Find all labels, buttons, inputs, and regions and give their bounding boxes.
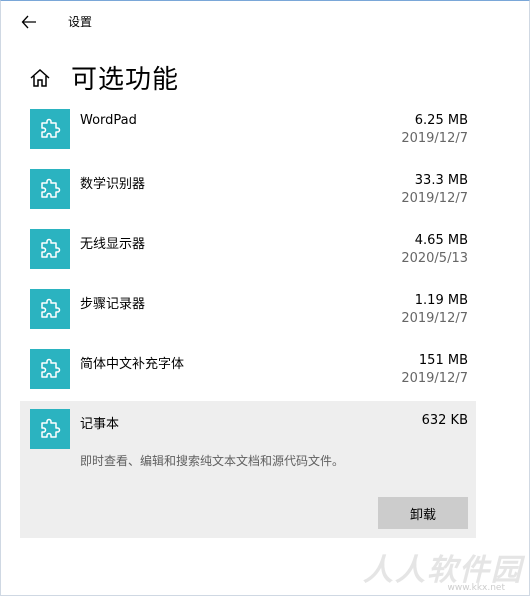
- feature-item-steps-recorder[interactable]: 步骤记录器 1.19 MB 2019/12/7: [20, 281, 476, 341]
- feature-size: 4.65 MB: [414, 233, 468, 248]
- feature-date: 2020/5/13: [401, 251, 468, 266]
- feature-name: WordPad: [80, 113, 137, 128]
- back-button[interactable]: [15, 10, 43, 34]
- feature-tile: [30, 349, 70, 389]
- feature-date: 2019/12/7: [401, 311, 468, 326]
- feature-name: 无线显示器: [80, 237, 146, 252]
- puzzle-piece-icon: [41, 238, 61, 258]
- feature-item-wordpad[interactable]: WordPad 6.25 MB 2019/12/7: [20, 101, 476, 161]
- feature-list: WordPad 6.25 MB 2019/12/7 数学识别器 33.3 MB …: [20, 101, 476, 538]
- feature-size: 33.3 MB: [414, 173, 468, 188]
- title-bar: 设置: [1, 1, 529, 41]
- watermark-url: www.kkx.net: [447, 583, 506, 593]
- feature-date: 2019/12/7: [401, 371, 468, 386]
- feature-tile: [30, 289, 70, 329]
- settings-window: 设置 可选功能 WordPad 6.25 MB 2019/12/7 数学识别器 …: [0, 0, 530, 596]
- feature-item-wireless-display[interactable]: 无线显示器 4.65 MB 2020/5/13: [20, 221, 476, 281]
- puzzle-piece-icon: [41, 358, 61, 378]
- puzzle-piece-icon: [41, 178, 61, 198]
- feature-size: 1.19 MB: [414, 293, 468, 308]
- puzzle-piece-icon: [41, 418, 61, 438]
- feature-date: 2019/12/7: [401, 131, 468, 146]
- feature-name: 步骤记录器: [80, 297, 146, 312]
- page-title: 可选功能: [71, 65, 180, 95]
- feature-name: 记事本: [80, 417, 120, 432]
- home-icon[interactable]: [29, 67, 51, 89]
- page-header: 可选功能: [1, 57, 529, 101]
- feature-item-chinese-supplemental-fonts[interactable]: 简体中文补充字体 151 MB 2019/12/7: [20, 341, 476, 401]
- window-title: 设置: [68, 15, 93, 29]
- feature-description: 即时查看、编辑和搜索纯文本文档和源代码文件。: [80, 454, 345, 468]
- puzzle-piece-icon: [41, 118, 61, 138]
- back-arrow-icon: [21, 15, 36, 29]
- feature-size: 151 MB: [418, 353, 468, 368]
- feature-tile: [30, 169, 70, 209]
- feature-size: 632 KB: [421, 413, 468, 428]
- feature-tile: [30, 409, 70, 449]
- feature-date: 2019/12/7: [401, 191, 468, 206]
- feature-name: 数学识别器: [80, 177, 146, 192]
- feature-tile: [30, 229, 70, 269]
- feature-item-math-recognizer[interactable]: 数学识别器 33.3 MB 2019/12/7: [20, 161, 476, 221]
- feature-item-notepad-selected[interactable]: 记事本 632 KB 即时查看、编辑和搜索纯文本文档和源代码文件。 卸载: [20, 401, 476, 538]
- feature-tile: [30, 109, 70, 149]
- feature-name: 简体中文补充字体: [80, 357, 185, 372]
- puzzle-piece-icon: [41, 298, 61, 318]
- feature-size: 6.25 MB: [414, 113, 468, 128]
- uninstall-button[interactable]: 卸载: [378, 497, 468, 529]
